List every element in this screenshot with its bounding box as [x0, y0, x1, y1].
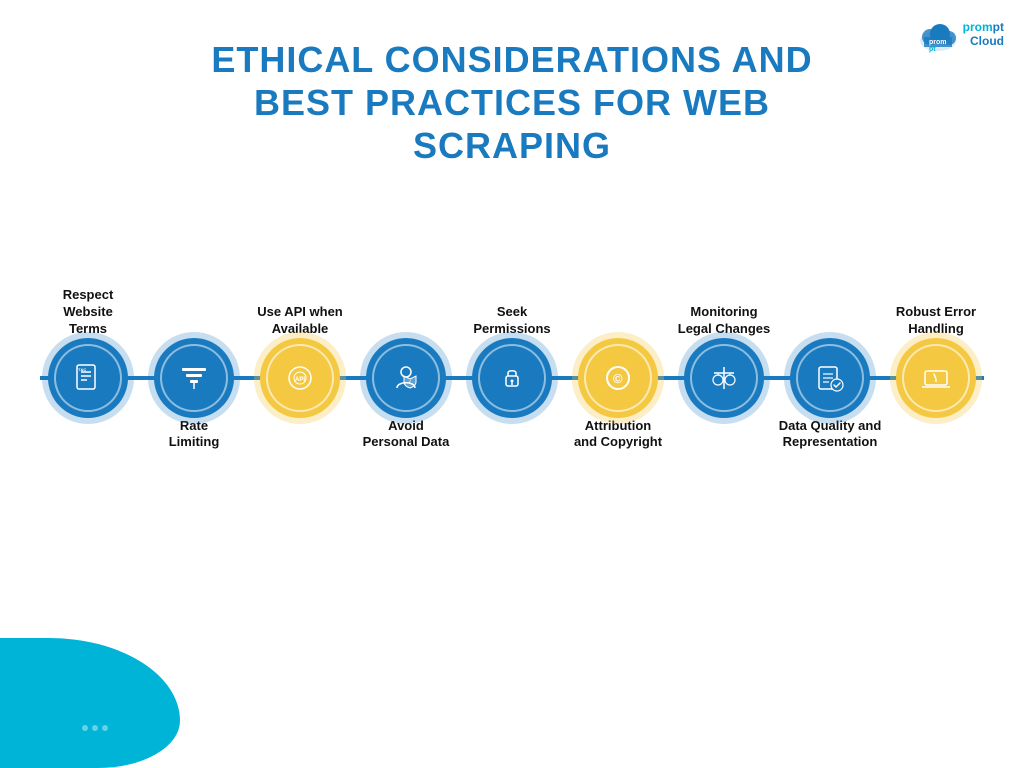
- chart-check-icon: [815, 363, 845, 393]
- page-container: prom pt prompt Cloud ETHICAL CONSIDERATI…: [0, 0, 1024, 768]
- svg-text:✓: ✓: [408, 379, 412, 385]
- main-title: ETHICAL CONSIDERATIONS AND BEST PRACTICE…: [0, 38, 1024, 168]
- items-row: RespectWebsite Terms T&C: [0, 338, 1024, 418]
- label-respect-website-terms: RespectWebsite Terms: [43, 287, 133, 338]
- person-shield-icon: ✓: [391, 363, 421, 393]
- inner-1: T&C: [54, 344, 122, 412]
- title-line2: BEST PRACTICES FOR WEB: [0, 81, 1024, 124]
- inner-4: ✓: [372, 344, 440, 412]
- label-robust-error-handling: Robust ErrorHandling: [886, 304, 986, 338]
- title-line3: SCRAPING: [0, 124, 1024, 167]
- svg-text:©: ©: [613, 371, 623, 386]
- item-use-api: Use API whenAvailable API: [260, 338, 340, 418]
- inner-7: [690, 344, 758, 412]
- label-monitoring-legal-changes: MonitoringLegal Changes: [674, 304, 774, 338]
- item-robust-error-handling: Robust ErrorHandling: [896, 338, 976, 418]
- logo-text: prompt Cloud: [963, 20, 1004, 48]
- blob-dots: [80, 720, 110, 738]
- node-2: [154, 338, 234, 418]
- label-avoid-personal-data: AvoidPersonal Data: [361, 418, 451, 452]
- timeline-area: RespectWebsite Terms T&C: [0, 208, 1024, 548]
- label-use-api: Use API whenAvailable: [245, 304, 355, 338]
- inner-3: API: [266, 344, 334, 412]
- svg-text:API: API: [295, 377, 305, 383]
- label-rate-limiting: RateLimiting: [154, 418, 234, 452]
- lock-shield-icon: [497, 363, 527, 393]
- blob-decoration: [0, 638, 180, 768]
- inner-5: [478, 344, 546, 412]
- logo-icon: prom pt: [916, 15, 960, 53]
- node-1: T&C: [48, 338, 128, 418]
- tc-icon: T&C: [73, 363, 103, 393]
- inner-9: [902, 344, 970, 412]
- node-6: ©: [578, 338, 658, 418]
- title-section: ETHICAL CONSIDERATIONS AND BEST PRACTICE…: [0, 0, 1024, 178]
- logo-line1: prompt: [963, 20, 1004, 34]
- inner-6: ©: [584, 344, 652, 412]
- label-seek-permissions: SeekPermissions: [467, 304, 557, 338]
- svg-text:pt: pt: [929, 46, 936, 53]
- warning-laptop-icon: [921, 363, 951, 393]
- node-5: [472, 338, 552, 418]
- item-avoid-personal-data: ✓ AvoidPersonal Data: [366, 338, 446, 418]
- label-attribution-copyright: Attributionand Copyright: [568, 418, 668, 452]
- inner-8: [796, 344, 864, 412]
- svg-text:T&C: T&C: [78, 367, 86, 372]
- svg-text:prom: prom: [929, 39, 947, 46]
- logo: prom pt prompt Cloud: [916, 15, 1004, 53]
- item-attribution-copyright: © Attributionand Copyright: [578, 338, 658, 418]
- item-seek-permissions: SeekPermissions: [472, 338, 552, 418]
- filter-icon: [179, 363, 209, 393]
- node-3: API: [260, 338, 340, 418]
- logo-line2: Cloud: [970, 34, 1004, 48]
- api-icon: API: [285, 363, 315, 393]
- copyright-icon: ©: [603, 363, 633, 393]
- node-4: ✓: [366, 338, 446, 418]
- item-monitoring-legal-changes: MonitoringLegal Changes: [684, 338, 764, 418]
- node-8: [790, 338, 870, 418]
- node-7: [684, 338, 764, 418]
- inner-2: [160, 344, 228, 412]
- label-data-quality: Data Quality andRepresentation: [775, 418, 885, 452]
- title-line1: ETHICAL CONSIDERATIONS AND: [0, 38, 1024, 81]
- item-data-quality: Data Quality andRepresentation: [790, 338, 870, 418]
- item-respect-website-terms: RespectWebsite Terms T&C: [48, 338, 128, 418]
- scales-icon: [709, 363, 739, 393]
- node-9: [896, 338, 976, 418]
- item-rate-limiting: RateLimiting: [154, 338, 234, 418]
